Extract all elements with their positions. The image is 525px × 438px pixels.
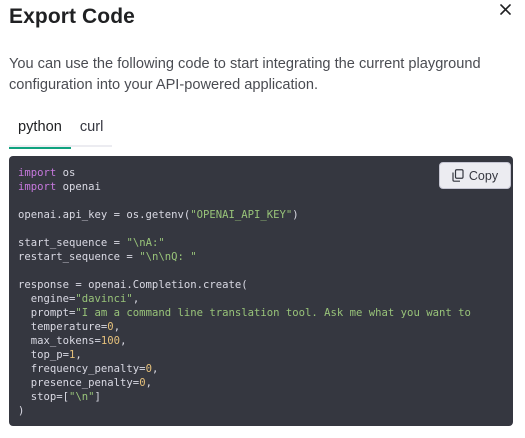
code-line: response = openai.Completion.create( (18, 278, 513, 292)
code-token: os (56, 167, 76, 179)
code-token: "\nA:" (126, 237, 165, 249)
code-line: prompt="I am a command line translation … (18, 306, 513, 320)
code-token: , (151, 363, 159, 375)
code-line: stop=["\n"] (18, 390, 513, 404)
copy-button[interactable]: Copy (439, 162, 511, 189)
code-line: engine="davinci", (18, 292, 513, 306)
code-token: , (113, 321, 121, 333)
code-line: max_tokens=100, (18, 334, 513, 348)
code-token: start_sequence = (18, 237, 127, 249)
code-line: frequency_penalty=0, (18, 362, 513, 376)
code-line: presence_penalty=0, (18, 376, 513, 390)
code-token: temperature= (18, 321, 108, 333)
close-button[interactable] (496, 0, 514, 18)
code-token: , (120, 335, 127, 347)
code-token: openai.api_key = os.getenv( (18, 209, 191, 221)
code-token: frequency_penalty= (18, 363, 146, 375)
code-content: import os import openai openai.api_key = … (18, 166, 513, 418)
code-token: import (18, 167, 57, 179)
copy-button-label: Copy (468, 168, 499, 183)
code-line: temperature=0, (18, 320, 513, 334)
code-token: "\n\nQ: " (139, 251, 197, 263)
code-token: stop=[ (18, 391, 70, 403)
code-block[interactable]: import os import openai openai.api_key = … (9, 156, 513, 426)
code-token: response = openai.Completion.create( (18, 279, 248, 291)
code-token: top_p= (18, 349, 70, 361)
dialog-title: Export Code (9, 5, 135, 28)
code-token: ] (94, 391, 101, 403)
code-token: 100 (100, 335, 121, 347)
copy-icon (452, 169, 464, 182)
tab-python[interactable]: python (9, 115, 71, 149)
code-token: ) (292, 209, 299, 221)
code-line: top_p=1, (18, 348, 513, 362)
code-line: openai.api_key = os.getenv("OPENAI_API_K… (18, 208, 513, 222)
code-token: presence_penalty= (18, 377, 140, 389)
language-tabs: python curl (9, 115, 113, 149)
code-token: , (75, 349, 82, 361)
code-line: restart_sequence = "\n\nQ: " (18, 250, 513, 264)
code-token: "OPENAI_API_KEY" (190, 209, 293, 221)
dialog-description: You can use the following code to start … (9, 56, 481, 93)
code-token: , (145, 377, 152, 389)
code-token: , (132, 293, 140, 305)
code-token: max_tokens= (18, 335, 101, 347)
code-token: "davinci" (75, 293, 133, 305)
code-line: ) (18, 404, 513, 418)
close-icon (499, 3, 511, 15)
tab-curl[interactable]: curl (71, 115, 113, 143)
code-token: import (18, 181, 57, 193)
code-line: start_sequence = "\nA:" (18, 236, 513, 250)
code-token: restart_sequence = (18, 251, 140, 263)
code-token: "\n" (69, 391, 95, 403)
code-token: engine= (18, 293, 76, 305)
code-token: openai (56, 181, 101, 193)
code-token: ) (18, 405, 25, 417)
code-token: prompt= (18, 307, 76, 319)
code-token: "I am a command line translation tool. A… (75, 307, 471, 319)
